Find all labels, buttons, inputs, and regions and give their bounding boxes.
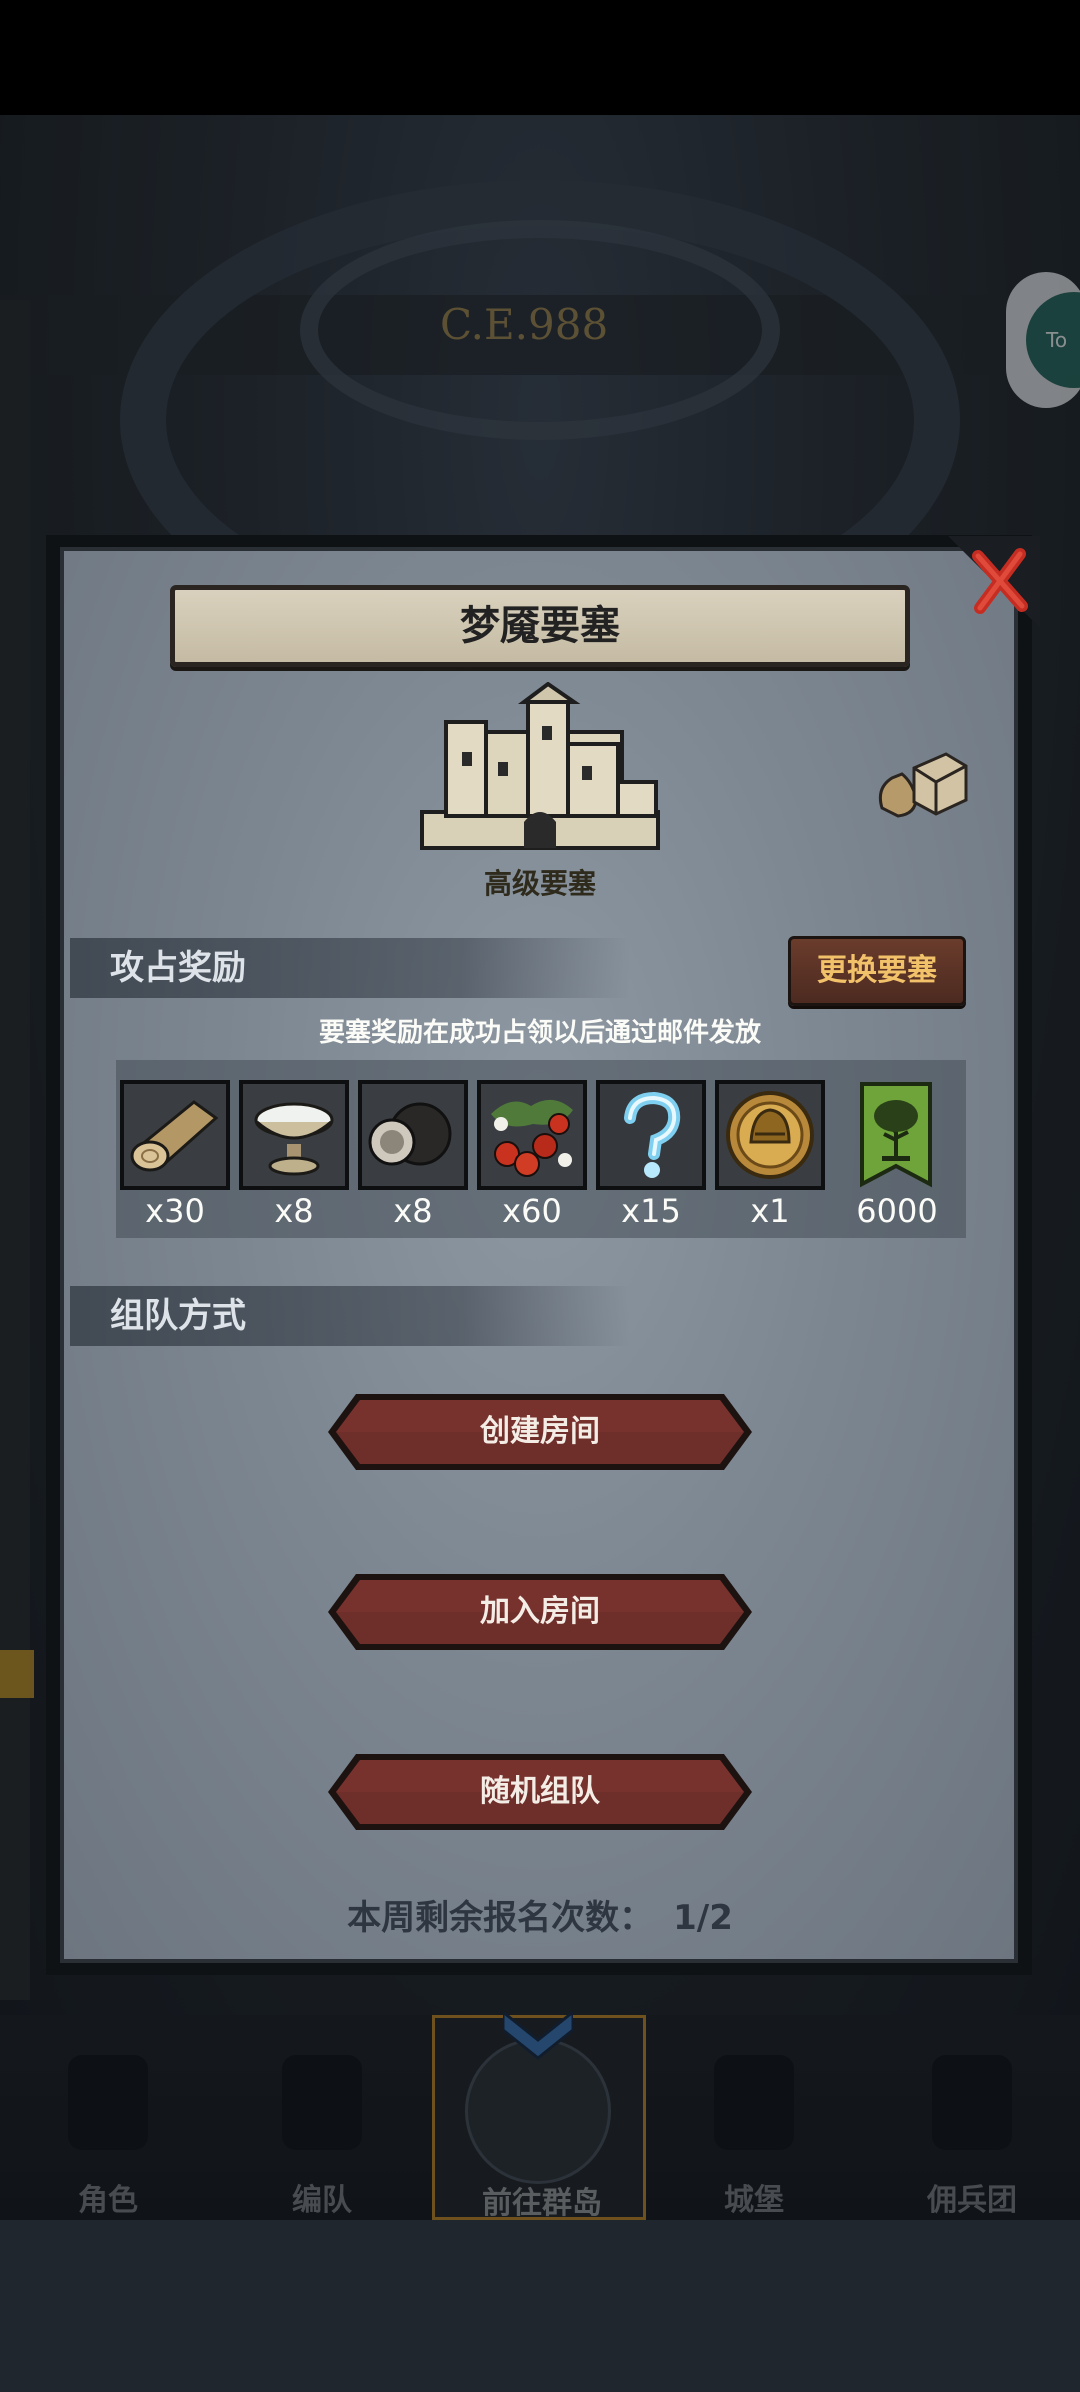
dialog-title-plate: 梦魇要塞 [170, 585, 910, 667]
reward-item[interactable] [596, 1080, 706, 1190]
reward-item[interactable] [715, 1080, 825, 1190]
reward-count: x15 [621, 1192, 681, 1230]
join-room-label: 加入房间 [480, 1594, 600, 1629]
quota-label: 本周剩余报名次数： [347, 1898, 654, 1938]
reward-item[interactable] [120, 1080, 230, 1190]
reward-count: x1 [750, 1192, 790, 1230]
reward-item[interactable] [477, 1080, 587, 1190]
team-section-header: 组队方式 [70, 1286, 630, 1346]
reward-section-title: 攻占奖励 [110, 948, 246, 988]
wood-log-icon [124, 1084, 226, 1186]
create-room-button[interactable]: 创建房间 [326, 1392, 754, 1472]
close-icon[interactable] [948, 536, 1040, 628]
tree-banner-icon [860, 1082, 932, 1188]
fortress-icon [420, 682, 660, 850]
reward-section-header: 攻占奖励 [70, 938, 630, 998]
reward-notice: 要塞奖励在成功占领以后通过邮件发放 [318, 1018, 761, 1048]
reward-count: x60 [502, 1192, 562, 1230]
random-team-label: 随机组队 [480, 1774, 600, 1809]
reward-count: x8 [274, 1192, 314, 1230]
join-room-button[interactable]: 加入房间 [326, 1572, 754, 1652]
random-team-button[interactable]: 随机组队 [326, 1752, 754, 1832]
swap-fortress-button[interactable]: 更换要塞 [788, 936, 966, 1006]
reward-item[interactable] [239, 1080, 349, 1190]
create-room-label: 创建房间 [480, 1414, 600, 1449]
milk-bowl-icon [243, 1084, 345, 1186]
mystery-question-icon [600, 1084, 702, 1186]
dialog-title: 梦魇要塞 [460, 603, 620, 649]
reward-item[interactable] [358, 1080, 468, 1190]
berries-icon [481, 1084, 583, 1186]
reward-item[interactable] [858, 1080, 934, 1188]
bottom-strip [0, 2220, 1080, 2392]
fortress-level-label: 高级要塞 [483, 867, 596, 900]
reward-count: 6000 [856, 1192, 938, 1230]
weekly-quota: 本周剩余报名次数： 1/2 [200, 1890, 880, 1939]
supply-crate-icon[interactable] [876, 748, 968, 818]
reward-count: x30 [145, 1192, 205, 1230]
status-bar-area [0, 0, 1080, 115]
quota-value: 1/2 [673, 1898, 733, 1938]
knight-helmet-coin-icon [719, 1084, 821, 1186]
reward-count: x8 [393, 1192, 433, 1230]
team-section-title: 组队方式 [110, 1296, 246, 1336]
truffle-icon [362, 1084, 464, 1186]
